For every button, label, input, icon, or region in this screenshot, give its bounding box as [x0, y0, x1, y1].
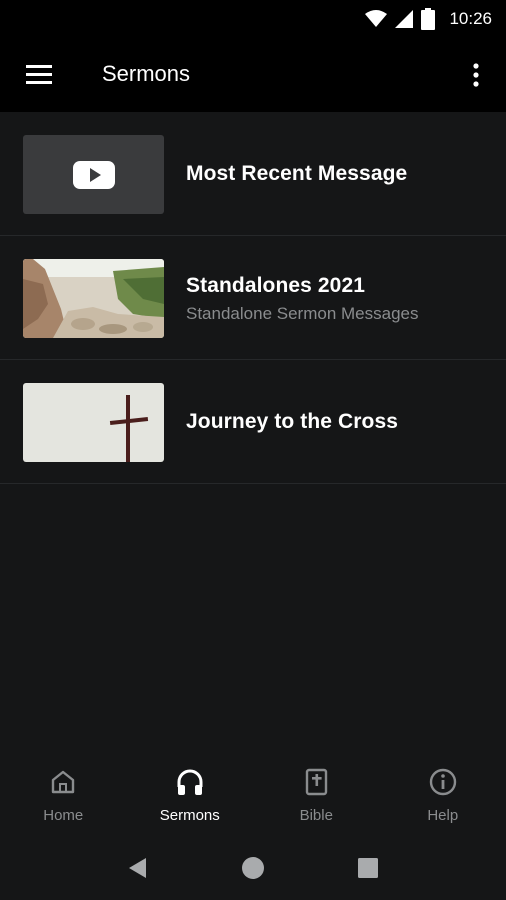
list-item[interactable]: Journey to the Cross	[0, 360, 506, 484]
nav-label: Help	[427, 807, 459, 824]
system-navigation-bar	[0, 835, 506, 900]
battery-icon	[421, 7, 436, 30]
nav-label: Bible	[299, 807, 333, 824]
nav-label: Home	[43, 807, 84, 824]
status-time: 10:26	[449, 8, 492, 28]
sermon-list: Most Recent Message Standalones 2021 Sta…	[0, 112, 506, 484]
recents-button[interactable]	[355, 855, 381, 881]
list-item[interactable]: Standalones 2021 Standalone Sermon Messa…	[0, 236, 506, 360]
menu-button[interactable]	[22, 59, 56, 91]
youtube-play-icon	[73, 161, 115, 189]
youtube-thumbnail	[23, 135, 164, 214]
home-system-button[interactable]	[240, 855, 266, 881]
status-bar: 10:26	[0, 0, 506, 37]
bible-icon	[306, 768, 328, 796]
app-bar: Sermons	[0, 37, 506, 112]
home-circle-icon	[241, 856, 264, 879]
nav-item-help[interactable]: Help	[380, 755, 506, 835]
hamburger-icon	[26, 65, 52, 84]
list-item-title: Standalones 2021	[186, 274, 366, 297]
cross-photo	[23, 383, 164, 462]
info-icon	[429, 768, 456, 796]
nav-item-bible[interactable]: Bible	[253, 755, 380, 835]
home-icon	[52, 770, 75, 794]
nav-item-sermons[interactable]: Sermons	[127, 755, 254, 835]
list-item-title: Journey to the Cross	[186, 410, 399, 433]
list-item[interactable]: Most Recent Message	[0, 112, 506, 236]
page-title: Sermons	[102, 61, 191, 86]
cell-signal-icon	[395, 9, 414, 28]
nav-label: Sermons	[159, 807, 220, 824]
nav-item-home[interactable]: Home	[0, 755, 127, 835]
bottom-navigation: Home Sermons Bible Help	[0, 755, 506, 835]
overflow-menu-button[interactable]	[462, 57, 490, 93]
wifi-icon	[365, 9, 388, 27]
headphones-icon	[177, 769, 203, 795]
list-item-title: Most Recent Message	[186, 162, 408, 185]
list-item-subtitle: Standalone Sermon Messages	[186, 304, 419, 323]
back-button[interactable]	[125, 855, 151, 881]
recents-square-icon	[358, 857, 379, 878]
back-triangle-icon	[128, 857, 146, 878]
more-vert-icon	[473, 63, 479, 87]
canyon-photo	[23, 259, 164, 338]
